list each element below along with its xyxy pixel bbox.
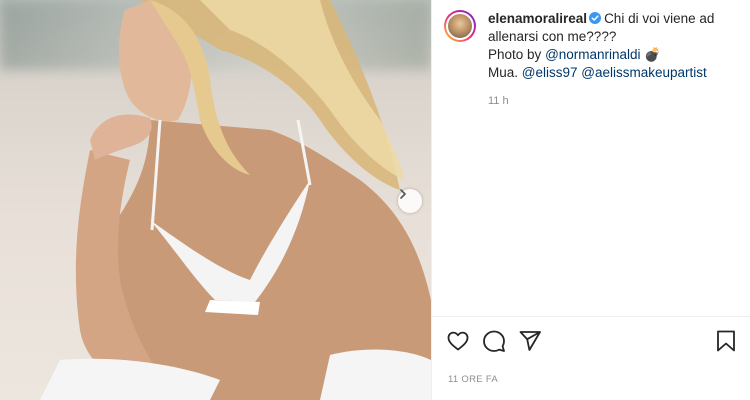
photo-credit-line: Photo by @normanrinaldi 💣 bbox=[488, 46, 738, 64]
photo-credit-prefix: Photo by bbox=[488, 47, 542, 62]
posted-time[interactable]: 11 ore fa bbox=[448, 374, 498, 385]
chevron-right-icon bbox=[400, 189, 406, 199]
like-button[interactable] bbox=[446, 329, 470, 358]
avatar-image bbox=[446, 12, 474, 40]
heart-icon bbox=[447, 331, 469, 351]
paper-plane-icon bbox=[519, 331, 541, 351]
next-photo-button[interactable] bbox=[398, 189, 422, 213]
mua-prefix: Mua. bbox=[488, 65, 519, 80]
photographer-mention[interactable]: @normanrinaldi bbox=[545, 47, 641, 62]
comment-icon bbox=[483, 330, 505, 352]
post-side-panel: elenamoralireal Chi di voi viene ad allen… bbox=[431, 0, 750, 400]
save-button[interactable] bbox=[714, 329, 738, 358]
actions-divider bbox=[432, 316, 750, 317]
post-photo[interactable] bbox=[0, 0, 431, 400]
comment-time[interactable]: 11 h bbox=[488, 92, 738, 110]
caption-comment: elenamoralireal Chi di voi viene ad allen… bbox=[444, 10, 744, 110]
bookmark-icon bbox=[717, 330, 735, 352]
bomb-emoji: 💣 bbox=[644, 47, 662, 62]
photo-illustration bbox=[40, 0, 431, 400]
caption-text-block: elenamoralireal Chi di voi viene ad allen… bbox=[488, 10, 738, 110]
share-button[interactable] bbox=[518, 329, 542, 358]
comment-button[interactable] bbox=[482, 329, 506, 358]
mua-credit-line: Mua. @eliss97 @aelissmakeupartist bbox=[488, 64, 738, 82]
mua-mention-2[interactable]: @aelissmakeupartist bbox=[581, 65, 707, 80]
verified-badge-icon bbox=[589, 12, 602, 24]
mua-mention-1[interactable]: @eliss97 bbox=[522, 65, 578, 80]
username-link[interactable]: elenamoralireal bbox=[488, 11, 587, 26]
avatar[interactable] bbox=[444, 10, 476, 42]
post-actions-bar bbox=[446, 329, 738, 355]
